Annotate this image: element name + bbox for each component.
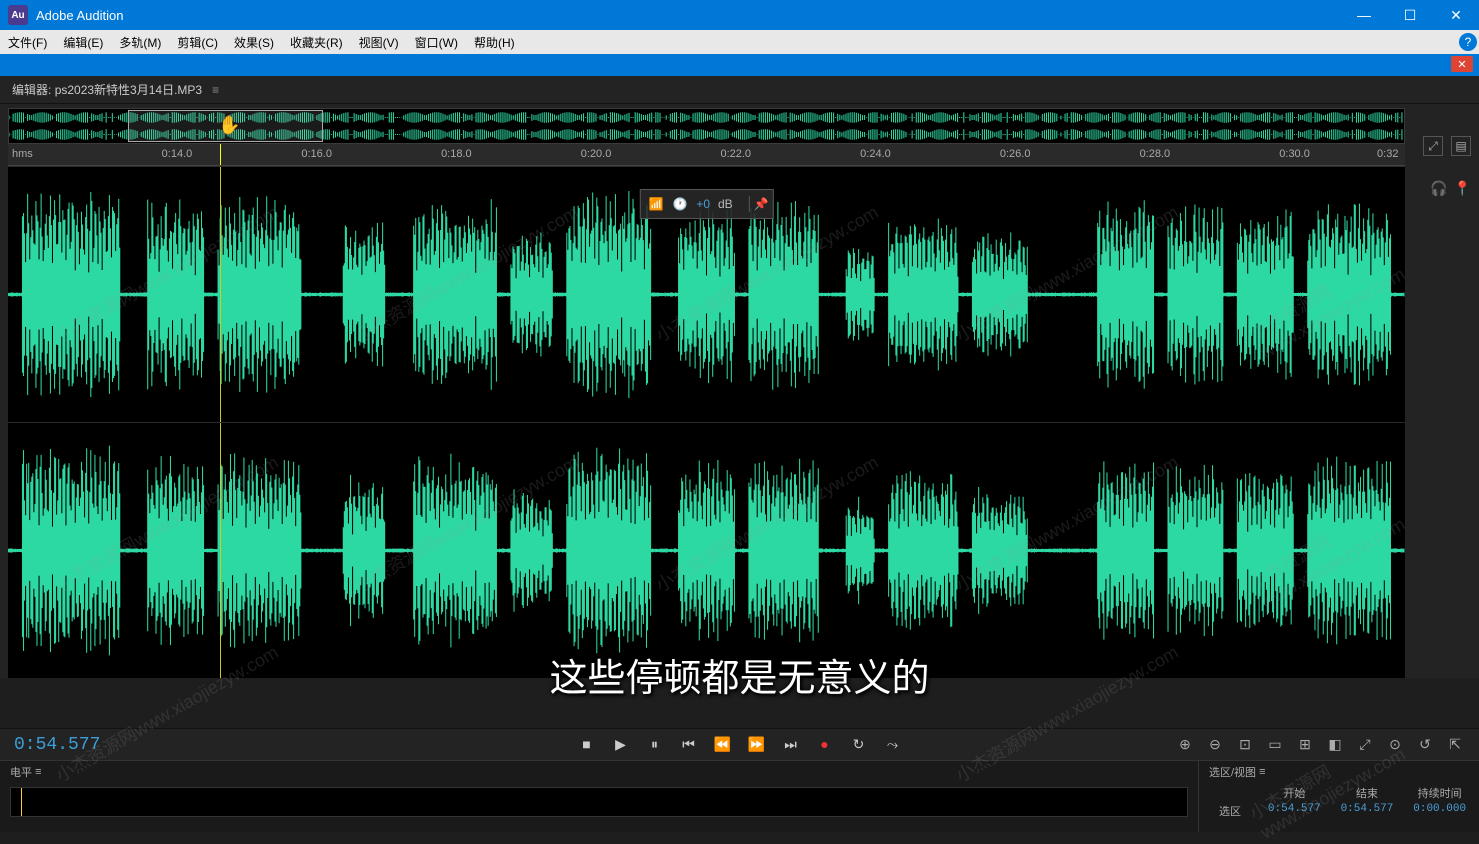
editor-prefix: 编辑器: <box>12 81 51 98</box>
editor-menu-icon[interactable]: ≡ <box>212 83 219 97</box>
menu-multitrack[interactable]: 多轨(M) <box>111 30 169 54</box>
level-meter <box>10 787 1188 817</box>
zoom-tool-5[interactable]: ⊞ <box>1295 736 1315 753</box>
zoom-out-button[interactable]: ⊖ <box>1205 736 1225 753</box>
zoom-tool-6[interactable]: ◧ <box>1325 736 1345 753</box>
close-window-button[interactable]: ✕ <box>1433 0 1479 30</box>
play-button[interactable]: ▶ <box>611 736 631 753</box>
hud-clock-icon: 🕐 <box>672 196 688 212</box>
zoom-in-button[interactable]: ⊕ <box>1175 736 1195 753</box>
menu-view[interactable]: 视图(V) <box>351 30 407 54</box>
app-icon: Au <box>8 5 28 25</box>
menu-edit[interactable]: 编辑(E) <box>55 30 111 54</box>
levels-panel: 电平 ≡ <box>0 761 1199 832</box>
levels-panel-title: 电平 <box>10 764 32 780</box>
menu-favorites[interactable]: 收藏夹(R) <box>282 30 351 54</box>
zoom-tool-8[interactable]: ⊙ <box>1385 736 1405 753</box>
next-button[interactable]: ⏭ <box>781 736 801 753</box>
hud-pin-icon[interactable]: 📌 <box>749 196 765 212</box>
ruler-tick: 0:28.0 <box>1140 148 1171 160</box>
sel-header-end: 结束 <box>1334 785 1401 801</box>
ruler-tick: 0:16.0 <box>301 148 332 160</box>
editor-tab[interactable]: 编辑器: ps2023新特性3月14日.MP3 ≡ <box>0 76 1479 104</box>
sel-header-duration: 持续时间 <box>1406 785 1473 801</box>
forward-button[interactable]: ⏩ <box>747 736 767 753</box>
menu-file[interactable]: 文件(F) <box>0 30 55 54</box>
zoom-tool-10[interactable]: ⇱ <box>1445 736 1465 753</box>
ruler-tick: 0:18.0 <box>441 148 472 160</box>
waveform-right-channel[interactable]: dB -3-6-9 -12-18-∞ -18-12-9 -6-3 R <box>8 422 1405 678</box>
pin-icon[interactable]: 📍 <box>1454 180 1471 197</box>
hud-db-unit: dB <box>718 197 733 211</box>
waveform-left-channel[interactable]: 📶 🕐 +0 dB 📌 dB -3-6-9 -12-18-∞ -18-12-9 … <box>8 166 1405 422</box>
sel-start-value[interactable]: 0:54.577 <box>1261 803 1328 819</box>
ruler-tick: 0:20.0 <box>581 148 612 160</box>
menu-bar: 文件(F) 编辑(E) 多轨(M) 剪辑(C) 效果(S) 收藏夹(R) 视图(… <box>0 30 1479 54</box>
playhead-line <box>220 423 221 678</box>
timecode-display[interactable]: 0:54.577 <box>0 735 100 755</box>
headphone-icon[interactable]: 🎧 <box>1430 180 1447 197</box>
spectral-toggle-icon[interactable]: ▤ <box>1451 136 1471 156</box>
selection-panel-menu-icon[interactable]: ≡ <box>1259 766 1265 778</box>
level-meter-cursor <box>21 788 22 816</box>
hud-db-value[interactable]: +0 <box>696 197 710 211</box>
zoom-fit-button[interactable]: ⊡ <box>1235 736 1255 753</box>
editor-filename: ps2023新特性3月14日.MP3 <box>55 81 202 98</box>
record-button[interactable]: ● <box>815 736 835 753</box>
overview-navigator[interactable]: ✋ <box>8 108 1405 144</box>
menu-window[interactable]: 窗口(W) <box>407 30 466 54</box>
ribbon-close-button[interactable]: ✕ <box>1451 56 1473 72</box>
minimize-button[interactable]: — <box>1341 0 1387 30</box>
zoom-full-button[interactable]: ▭ <box>1265 736 1285 753</box>
menu-effects[interactable]: 效果(S) <box>226 30 282 54</box>
time-ruler[interactable]: hms 0:14.0 0:16.0 0:18.0 0:20.0 0:22.0 0… <box>8 144 1405 166</box>
pause-button[interactable]: ⏸ <box>645 736 665 753</box>
maximize-button[interactable]: ☐ <box>1387 0 1433 30</box>
loop-button[interactable]: ↻ <box>849 736 869 753</box>
sel-row-label: 选区 <box>1205 803 1255 819</box>
ruler-tick: 0:24.0 <box>860 148 891 160</box>
menu-clip[interactable]: 剪辑(C) <box>169 30 226 54</box>
subtitle-caption: 这些停顿都是无意义的 <box>549 647 929 702</box>
ruler-tick: 0:22.0 <box>720 148 751 160</box>
transport-bar: 0:54.577 ■ ▶ ⏸ ⏮ ⏪ ⏩ ⏭ ● ↻ ⤳ ⊕ ⊖ ⊡ ▭ ⊞ ◧… <box>0 728 1479 760</box>
freq-display-toggle-icon[interactable]: ⤢ <box>1423 136 1443 156</box>
app-title: Adobe Audition <box>36 8 123 23</box>
hand-cursor-icon: ✋ <box>218 115 240 136</box>
sel-duration-value[interactable]: 0:00.000 <box>1406 803 1473 819</box>
prev-button[interactable]: ⏮ <box>679 736 699 753</box>
zoom-tool-9[interactable]: ↺ <box>1415 736 1435 753</box>
bottom-panels: 电平 ≡ 选区/视图 ≡ 开始 结束 持续时间 选区 0:54.577 0:54… <box>0 760 1479 832</box>
sel-header-start: 开始 <box>1261 785 1328 801</box>
playhead-marker[interactable] <box>220 144 221 165</box>
gain-hud[interactable]: 📶 🕐 +0 dB 📌 <box>639 189 773 219</box>
selection-panel: 选区/视图 ≡ 开始 结束 持续时间 选区 0:54.577 0:54.577 … <box>1199 761 1479 832</box>
menu-help[interactable]: 帮助(H) <box>466 30 523 54</box>
selection-panel-title: 选区/视图 <box>1209 764 1256 780</box>
window-titlebar: Au Adobe Audition — ☐ ✕ <box>0 0 1479 30</box>
ruler-tick: 0:14.0 <box>162 148 193 160</box>
levels-panel-menu-icon[interactable]: ≡ <box>35 766 41 778</box>
ruler-tick: 0:30.0 <box>1279 148 1310 160</box>
ruler-tick: 0:26.0 <box>1000 148 1031 160</box>
stop-button[interactable]: ■ <box>577 736 597 753</box>
sel-end-value[interactable]: 0:54.577 <box>1334 803 1401 819</box>
toolbar-ribbon: ✕ <box>0 54 1479 76</box>
rewind-button[interactable]: ⏪ <box>713 736 733 753</box>
playhead-line <box>220 167 221 422</box>
ruler-tick: 0:32 <box>1377 148 1398 160</box>
ruler-unit: hms <box>12 148 33 160</box>
help-icon[interactable]: ? <box>1459 33 1477 51</box>
zoom-tool-7[interactable]: ⤢ <box>1355 736 1375 753</box>
hud-bars-icon: 📶 <box>648 196 664 212</box>
skip-silence-button[interactable]: ⤳ <box>883 736 903 753</box>
